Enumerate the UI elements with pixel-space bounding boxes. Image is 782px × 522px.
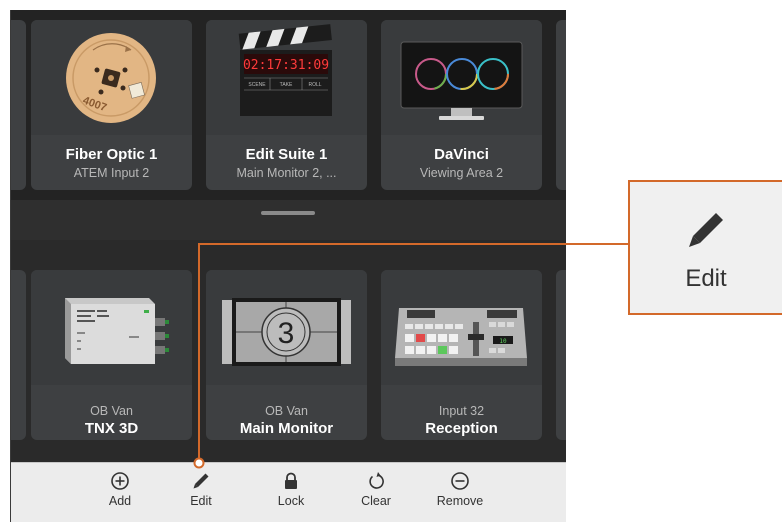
pencil-icon bbox=[689, 213, 723, 247]
top-panel: 4007 Fiber Optic 1 ATEM Input 2 02:17:31… bbox=[11, 10, 566, 200]
card-subtitle: Main Monitor 2, ... bbox=[236, 166, 337, 180]
card-subtitle: OB Van bbox=[265, 404, 308, 418]
lock-icon bbox=[285, 472, 297, 489]
plus-circle-icon bbox=[111, 472, 129, 490]
card-art bbox=[31, 270, 192, 385]
clear-button[interactable]: Clear bbox=[346, 471, 406, 508]
panel-divider[interactable] bbox=[11, 200, 566, 240]
clapper-field-scene: SCENE bbox=[248, 82, 266, 88]
edit-label: Edit bbox=[190, 494, 212, 508]
countdown-digit-text: 3 bbox=[278, 317, 295, 350]
card-subtitle: Viewing Area 2 bbox=[419, 166, 504, 180]
svg-text:10: 10 bbox=[499, 338, 507, 345]
add-button[interactable]: Add bbox=[90, 471, 150, 508]
card-partial-left[interactable] bbox=[11, 20, 26, 190]
resize-handle[interactable] bbox=[261, 211, 315, 215]
card-title: Fiber Optic 1 bbox=[65, 146, 158, 163]
card-partial-right[interactable] bbox=[556, 20, 566, 190]
card-davinci[interactable]: DaVinci Viewing Area 2 bbox=[381, 20, 542, 190]
bottom-panel: OB Van TNX 3D 3 OB Van Main Monitor 10 I… bbox=[11, 240, 566, 462]
videohub-window: 4007 Fiber Optic 1 ATEM Input 2 02:17:31… bbox=[10, 10, 566, 522]
card-fiber-optic-1[interactable]: 4007 Fiber Optic 1 ATEM Input 2 bbox=[31, 20, 192, 190]
remove-button[interactable]: Remove bbox=[430, 471, 490, 508]
card-subtitle: Input 32 bbox=[438, 404, 485, 418]
card-art: 10 bbox=[381, 270, 542, 385]
undo-arrow-icon bbox=[369, 472, 384, 489]
card-tnx-3d[interactable]: OB Van TNX 3D bbox=[31, 270, 192, 440]
card-title: Main Monitor bbox=[239, 420, 334, 437]
clapperboard-icon: 02:17:31:09 SCENE TAKE ROLL bbox=[238, 24, 332, 116]
card-title: Edit Suite 1 bbox=[245, 146, 328, 163]
card-art: 3 bbox=[206, 270, 367, 385]
card-reception[interactable]: 10 Input 32 Reception bbox=[381, 270, 542, 440]
card-subtitle: OB Van bbox=[90, 404, 133, 418]
edit-button[interactable]: Edit bbox=[171, 471, 231, 508]
card-main-monitor[interactable]: 3 OB Van Main Monitor bbox=[206, 270, 367, 440]
card-subtitle: ATEM Input 2 bbox=[73, 166, 150, 180]
countdown-monitor-icon: 3 bbox=[222, 298, 351, 366]
lock-label: Lock bbox=[277, 494, 305, 508]
switcher-panel-icon: 10 bbox=[395, 308, 527, 366]
fiber-reel-icon: 4007 bbox=[66, 33, 156, 123]
timecode-text: 02:17:31:09 bbox=[243, 58, 329, 73]
pencil-icon bbox=[193, 473, 209, 489]
callout-label: Edit bbox=[685, 265, 727, 292]
card-title: DaVinci bbox=[434, 146, 489, 163]
card-partial-right[interactable] bbox=[556, 270, 566, 440]
add-label: Add bbox=[108, 494, 132, 508]
card-title: Reception bbox=[425, 420, 498, 437]
card-title: TNX 3D bbox=[84, 420, 139, 437]
color-monitor-icon bbox=[400, 41, 523, 120]
minus-circle-icon bbox=[451, 472, 469, 490]
card-edit-suite-1[interactable]: 02:17:31:09 SCENE TAKE ROLL Edit Suite 1… bbox=[206, 20, 367, 190]
lock-button[interactable]: Lock bbox=[261, 471, 321, 508]
card-art: 4007 bbox=[31, 20, 192, 135]
clapper-field-take: TAKE bbox=[280, 82, 293, 88]
card-art bbox=[381, 20, 542, 135]
clear-label: Clear bbox=[361, 494, 391, 508]
clapper-field-roll: ROLL bbox=[308, 82, 321, 88]
card-art: 02:17:31:09 SCENE TAKE ROLL bbox=[206, 20, 367, 135]
card-partial-left[interactable] bbox=[11, 270, 26, 440]
converter-box-icon bbox=[65, 298, 169, 364]
edit-callout: Edit bbox=[628, 180, 782, 315]
toolbar: Add Edit Lock Clear Remove bbox=[11, 462, 566, 522]
remove-label: Remove bbox=[436, 494, 484, 508]
